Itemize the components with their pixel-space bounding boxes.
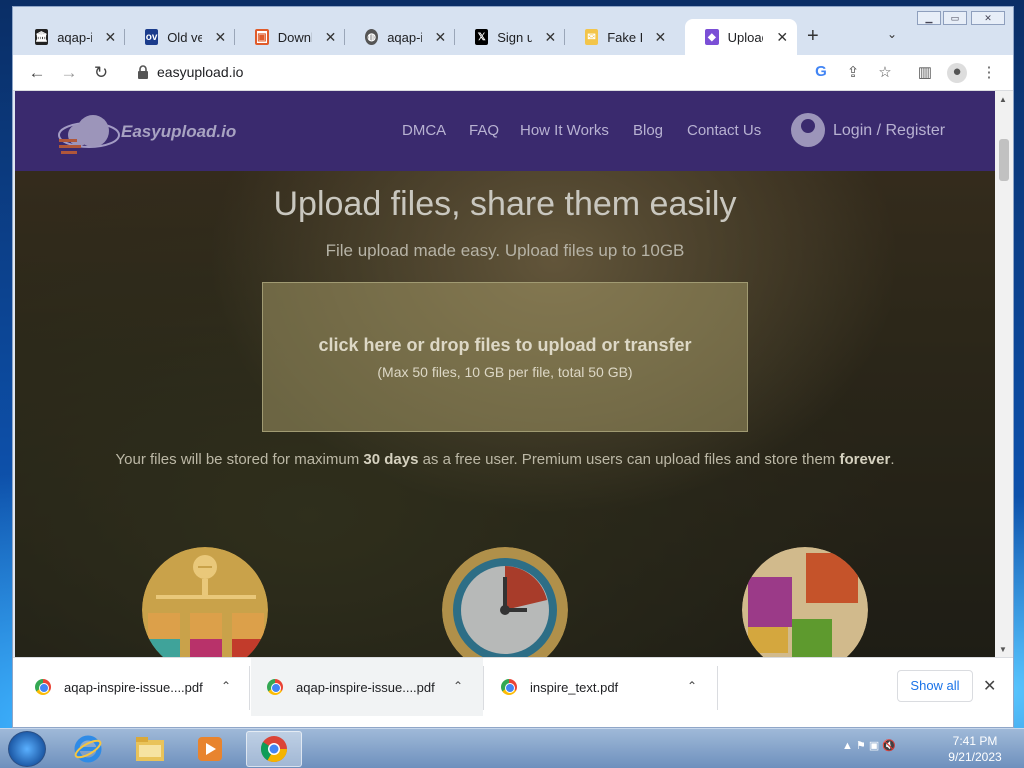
forward-button[interactable]: → <box>59 63 79 83</box>
google-translate-icon[interactable]: G <box>811 63 831 83</box>
tab-title: Fake Email <box>607 29 642 45</box>
page-scrollbar[interactable]: ▲ ▼ <box>995 91 1013 657</box>
tab-aqap-inspire-2[interactable]: ◍ aqap-inspire ✕ <box>345 19 455 55</box>
close-icon[interactable]: ✕ <box>775 29 789 46</box>
ov-icon: ov <box>145 29 159 45</box>
hero-title: Upload files, share them easily <box>273 185 737 223</box>
file-explorer-icon[interactable] <box>122 731 178 767</box>
globe-icon: ◍ <box>365 29 379 45</box>
easyupload-logo[interactable] <box>55 105 123 159</box>
hero-subtitle: File upload made easy. Upload files up t… <box>325 241 685 260</box>
close-icon[interactable]: ✕ <box>104 29 117 46</box>
tab-title: aqap-inspire <box>57 29 92 45</box>
chevron-up-icon[interactable]: ⌃ <box>221 679 231 693</box>
tab-title: aqap-inspire <box>387 29 422 45</box>
tab-sign-up[interactable]: 𝕏 Sign up ✕ <box>455 19 565 55</box>
close-icon[interactable]: ✕ <box>434 29 447 46</box>
browser-toolbar: ← → ↻ easyupload.io G ⇪ ☆ ▥ ● ⋮ <box>13 55 1013 91</box>
close-downloads-bar-icon[interactable]: ✕ <box>983 676 996 696</box>
dropzone-instruction: click here or drop files to upload or tr… <box>318 335 692 355</box>
download-item[interactable]: aqap-inspire-issue....pdf ⌃ <box>35 658 247 716</box>
tray-icons[interactable]: ▲ ⚑ ▣ 🔇 <box>842 739 896 752</box>
nav-contact-us[interactable]: Contact Us <box>687 122 761 139</box>
scroll-thumb[interactable] <box>999 139 1009 181</box>
reload-button[interactable]: ↻ <box>91 63 111 83</box>
user-avatar-icon[interactable] <box>791 113 825 147</box>
side-panel-icon[interactable]: ▥ <box>915 63 935 83</box>
chevron-up-icon[interactable]: ⌃ <box>687 679 697 693</box>
minimize-button[interactable]: ▁ <box>917 11 941 25</box>
tab-download[interactable]: ▣ Download ✕ <box>235 19 345 55</box>
show-all-downloads-button[interactable]: Show all <box>897 670 973 702</box>
chrome-icon <box>501 679 517 695</box>
tab-title: Upload Files <box>727 29 764 45</box>
tab-title: Download <box>277 29 312 45</box>
internet-explorer-icon[interactable] <box>60 731 116 767</box>
dropzone-limits: (Max 50 files, 10 GB per file, total 50 … <box>377 364 633 380</box>
tab-title: Old versions <box>167 29 202 45</box>
close-icon[interactable]: ✕ <box>654 29 667 46</box>
tab-aqap-inspire-1[interactable]: 🏛 aqap-inspire ✕ <box>15 19 125 55</box>
storage-note: Your files will be stored for maximum 30… <box>115 451 895 468</box>
new-tab-button[interactable]: + <box>807 25 819 48</box>
tab-fake-email[interactable]: ✉ Fake Email ✕ <box>565 19 675 55</box>
tab-search-chevron-icon[interactable]: ⌄ <box>887 27 897 41</box>
nav-faq[interactable]: FAQ <box>469 122 499 139</box>
login-register-link[interactable]: Login / Register <box>833 122 945 140</box>
downloads-bar: aqap-inspire-issue....pdf ⌃ aqap-inspire… <box>13 657 1013 727</box>
tab-upload-files[interactable]: ◆ Upload Files ✕ <box>685 19 797 55</box>
maximize-button[interactable]: ▭ <box>943 11 967 25</box>
bank-icon: 🏛 <box>35 29 49 45</box>
chrome-icon <box>267 679 283 695</box>
easyupload-icon: ◆ <box>705 29 719 45</box>
chevron-up-icon[interactable]: ⌃ <box>453 679 463 693</box>
menu-kebab-icon[interactable]: ⋮ <box>979 63 999 83</box>
upload-dropzone[interactable]: click here or drop files to upload or tr… <box>262 282 748 432</box>
nav-blog[interactable]: Blog <box>633 122 663 139</box>
scroll-down-arrow-icon[interactable]: ▼ <box>999 645 1007 654</box>
download-item[interactable]: aqap-inspire-issue....pdf ⌃ <box>251 658 483 716</box>
close-icon[interactable]: ✕ <box>544 29 557 46</box>
site-brand[interactable]: Easyupload.io <box>121 122 236 142</box>
x-logo-icon: 𝕏 <box>475 29 489 45</box>
system-clock[interactable]: 7:41 PM 9/21/2023 <box>940 733 1010 765</box>
chrome-taskbar-icon[interactable] <box>246 731 302 767</box>
envelope-icon: ✉ <box>585 29 599 45</box>
media-player-icon[interactable] <box>182 731 238 767</box>
chrome-icon <box>35 679 51 695</box>
download-item[interactable]: inspire_text.pdf ⌃ <box>501 658 713 716</box>
pdf-icon: ▣ <box>255 29 269 45</box>
nav-dmca[interactable]: DMCA <box>402 122 446 139</box>
tab-strip: 🏛 aqap-inspire ✕ ov Old versions ✕ ▣ Dow… <box>13 7 1013 55</box>
tab-old-versions[interactable]: ov Old versions ✕ <box>125 19 235 55</box>
start-button[interactable] <box>8 731 46 767</box>
tab-title: Sign up <box>497 29 532 45</box>
site-header: Easyupload.io DMCA FAQ How It Works Blog… <box>15 91 995 171</box>
lock-icon <box>138 65 148 79</box>
address-bar[interactable]: easyupload.io <box>157 64 243 80</box>
close-icon[interactable]: ✕ <box>214 29 227 46</box>
page-viewport: Easyupload.io DMCA FAQ How It Works Blog… <box>15 91 995 657</box>
nav-how-it-works[interactable]: How It Works <box>520 122 609 139</box>
browser-window: 🏛 aqap-inspire ✕ ov Old versions ✕ ▣ Dow… <box>12 6 1014 728</box>
back-button[interactable]: ← <box>27 63 47 83</box>
bookmark-star-icon[interactable]: ☆ <box>875 63 895 83</box>
share-icon[interactable]: ⇪ <box>843 63 863 83</box>
window-close-button[interactable]: ✕ <box>971 11 1005 25</box>
scroll-up-arrow-icon[interactable]: ▲ <box>999 95 1007 104</box>
taskbar: ▲ ⚑ ▣ 🔇 7:41 PM 9/21/2023 <box>0 728 1024 768</box>
close-icon[interactable]: ✕ <box>324 29 337 46</box>
profile-icon[interactable]: ● <box>947 63 967 83</box>
